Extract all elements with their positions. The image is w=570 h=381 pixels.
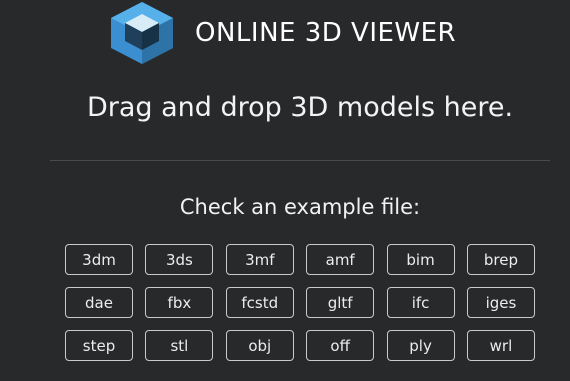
example-button-off[interactable]: off <box>306 330 375 361</box>
example-button-dae[interactable]: dae <box>65 287 133 318</box>
example-button-wrl[interactable]: wrl <box>466 330 535 361</box>
example-button-gltf[interactable]: gltf <box>306 287 375 318</box>
example-title: Check an example file: <box>179 195 421 219</box>
example-button-fcstd[interactable]: fcstd <box>225 287 294 318</box>
example-button-3dm[interactable]: 3dm <box>65 244 133 275</box>
example-button-amf[interactable]: amf <box>306 244 375 275</box>
example-button-step[interactable]: step <box>65 330 133 361</box>
drop-zone-text: Drag and drop 3D models here. <box>86 92 514 123</box>
example-button-3mf[interactable]: 3mf <box>225 244 294 275</box>
app-title: ONLINE 3D VIEWER <box>195 18 457 48</box>
cube-logo-icon <box>111 2 173 64</box>
example-file-grid: 3dm 3ds 3mf amf bim brep dae fbx fcstd gltf ifc ige… <box>65 244 535 361</box>
example-button-stl[interactable]: stl <box>145 330 214 361</box>
example-button-ifc[interactable]: ifc <box>386 287 455 318</box>
example-button-fbx[interactable]: fbx <box>145 287 214 318</box>
example-button-obj[interactable]: obj <box>225 330 294 361</box>
example-button-iges[interactable]: iges <box>466 287 535 318</box>
welcome-page: ONLINE 3D VIEWER Drag and drop 3D models… <box>0 0 570 381</box>
example-button-bim[interactable]: bim <box>386 244 455 275</box>
brand-header: ONLINE 3D VIEWER <box>107 0 456 66</box>
example-button-brep[interactable]: brep <box>466 244 535 275</box>
example-button-ply[interactable]: ply <box>386 330 455 361</box>
divider <box>50 160 550 161</box>
example-button-3ds[interactable]: 3ds <box>145 244 214 275</box>
